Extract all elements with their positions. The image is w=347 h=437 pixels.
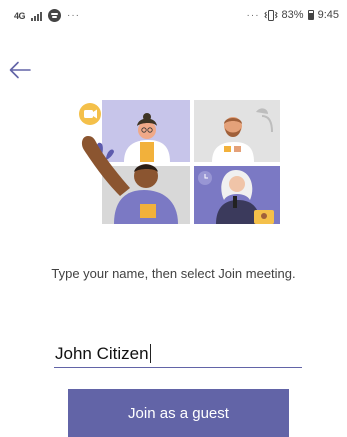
- join-as-guest-button[interactable]: Join as a guest: [68, 389, 289, 437]
- battery-percent: 83%: [281, 9, 304, 21]
- status-bar: 4G ··· ··· 83% 9:45: [0, 0, 347, 32]
- name-input-value: John Citizen: [55, 343, 149, 363]
- network-type: 4G: [14, 10, 26, 21]
- text-cursor: [149, 344, 151, 363]
- meeting-illustration: [79, 100, 280, 224]
- status-left: 4G ···: [14, 9, 80, 22]
- name-input[interactable]: John Citizen: [54, 340, 302, 368]
- status-right: ··· 83% 9:45: [247, 9, 339, 21]
- more-status-icon: ···: [246, 9, 260, 21]
- clock: 9:45: [317, 9, 339, 21]
- back-arrow-icon[interactable]: [8, 58, 32, 82]
- battery-icon: [307, 10, 314, 20]
- spotify-icon: [48, 9, 62, 22]
- instructions-text: Type your name, then select Join meeting…: [51, 266, 296, 281]
- more-notifications-icon: ···: [67, 10, 81, 21]
- signal-icon: [31, 11, 43, 21]
- vibrate-icon: [263, 9, 278, 21]
